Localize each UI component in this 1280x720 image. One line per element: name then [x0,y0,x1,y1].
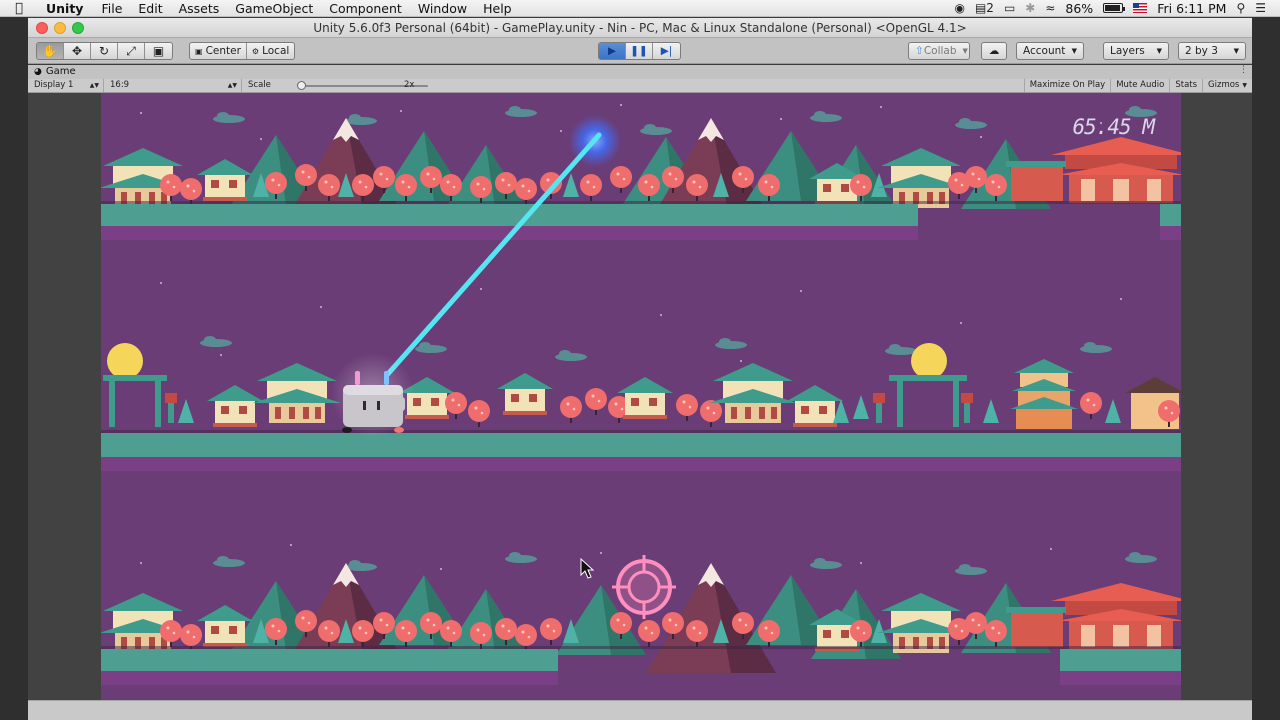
pivot-icon: ▣ [195,46,203,56]
account-label: Account [1023,45,1066,57]
game-scene [101,93,1181,685]
menu-window[interactable]: Window [410,0,475,17]
pause-icon: ❚❚ [630,45,648,57]
chevron-down-icon: ▼ [1156,47,1162,55]
play-button[interactable]: ▶ [599,43,626,59]
local-space-icon: ⚙ [251,46,260,56]
close-window-button[interactable] [36,22,48,34]
bluetooth-icon[interactable]: ✱ [1025,1,1035,15]
account-dropdown[interactable]: Account ▼ [1016,42,1084,60]
battery-percent: 86% [1065,0,1094,16]
apple-menu-icon[interactable]:  [0,1,38,16]
pause-button[interactable]: ❚❚ [626,43,653,59]
pivot-controls: ▣ Center ⚙ Local [189,42,296,60]
cloud-services-button[interactable]: ☁ [981,42,1007,60]
scale-slider-thumb[interactable] [297,81,306,90]
transform-tools: ✋ ✥ ↻ ⤢ ▣ [36,42,173,60]
scale-tool-icon[interactable]: ⤢ [118,43,145,59]
step-button[interactable]: ▶| [653,43,680,59]
menu-edit[interactable]: Edit [130,0,170,17]
game-view: 65.45 M [28,93,1252,700]
game-canvas[interactable]: 65.45 M [101,93,1181,700]
mac-menubar:  Unity File Edit Assets GameObject Comp… [0,0,1280,17]
zoom-window-button[interactable] [72,22,84,34]
chevron-down-icon: ▲▼ [89,82,99,89]
scale-label: Scale [248,80,271,90]
editor-status-bar [28,700,1252,720]
scale-value: 2x [404,80,415,90]
menubar-clock[interactable]: Fri 6:11 PM [1157,1,1226,16]
collab-label: Collab [923,45,957,57]
menu-component[interactable]: Component [321,0,410,17]
layout-dropdown[interactable]: 2 by 3 ▼ [1178,42,1246,60]
game-tab-header: ◕ Game ⋮ [28,65,1252,79]
record-icon[interactable]: ◉ [954,1,964,15]
game-tab-icon: ◕ [34,66,42,77]
menu-file[interactable]: File [93,0,130,17]
lane-top [101,93,1181,240]
game-view-toggles: Maximize On Play Mute Audio Stats Gizmos… [1023,79,1252,92]
spotlight-search-icon[interactable]: ⚲ [1236,1,1245,15]
wifi-icon[interactable]: ≈ [1045,1,1055,15]
notification-icon[interactable]: ▤2 [975,1,994,15]
tab-game-label: Game [45,66,76,77]
chevron-down-icon: ▼ [962,47,968,55]
display-label: Display 1 [34,80,74,90]
tab-game[interactable]: ◕ Game [34,66,76,77]
pivot-local-label: Local [262,45,290,57]
mute-audio-toggle[interactable]: Mute Audio [1110,79,1169,92]
player-robot [331,353,415,437]
window-title: Unity 5.6.0f3 Personal (64bit) - GamePla… [313,21,967,35]
desktop-right-edge [1252,17,1280,720]
gizmos-dropdown[interactable]: Gizmos ▼ [1202,79,1252,92]
maximize-on-play-toggle[interactable]: Maximize On Play [1023,79,1110,92]
play-icon: ▶ [607,45,617,57]
play-controls: ▶ ❚❚ ▶| [598,42,681,60]
window-titlebar: Unity 5.6.0f3 Personal (64bit) - GamePla… [28,18,1252,38]
aspect-dropdown[interactable]: 16:9 ▲▼ [104,79,242,92]
pivot-local-button[interactable]: ⚙ Local [247,43,294,59]
layers-label: Layers [1110,45,1145,57]
collab-cloud-icon: ⇧ [915,45,924,57]
mouse-cursor-icon [580,557,595,579]
step-icon: ▶| [660,45,673,57]
rect-tool-icon[interactable]: ▣ [145,43,172,59]
menubar-status-area: ◉ ▤2 ▭ ✱ ≈ 86% Fri 6:11 PM ⚲ ☰ [954,1,1280,16]
menu-assets[interactable]: Assets [171,0,228,17]
input-source-flag-icon[interactable] [1133,3,1148,13]
minimize-window-button[interactable] [54,22,66,34]
menu-help[interactable]: Help [475,0,520,17]
chevron-down-icon: ▼ [1242,82,1247,89]
hand-tool-icon[interactable]: ✋ [37,43,64,59]
pivot-center-button[interactable]: ▣ Center [190,43,247,59]
desktop-left-edge [0,17,28,720]
stats-toggle[interactable]: Stats [1169,79,1202,92]
cloud-icon: ☁ [988,45,1000,57]
layers-dropdown[interactable]: Layers ▼ [1103,42,1169,60]
collab-dropdown[interactable]: ⇧ Collab ▼ [908,42,970,60]
notification-count: 2 [986,1,994,15]
tab-options-icon[interactable]: ⋮ [1239,65,1248,75]
display-dropdown[interactable]: Display 1 ▲▼ [28,79,104,92]
chevron-down-icon: ▼ [1233,47,1239,55]
move-tool-icon[interactable]: ✥ [64,43,91,59]
gizmos-label: Gizmos [1208,80,1240,90]
notification-center-icon[interactable]: ☰ [1255,1,1266,15]
battery-icon[interactable] [1103,3,1126,13]
menu-gameobject[interactable]: GameObject [227,0,321,17]
rotate-tool-icon[interactable]: ↻ [91,43,118,59]
chevron-down-icon: ▼ [1071,47,1077,55]
airplay-icon[interactable]: ▭ [1004,1,1015,15]
game-view-controls: Display 1 ▲▼ 16:9 ▲▼ Scale 2x Maximize On … [28,79,1252,93]
layout-label: 2 by 3 [1185,45,1218,57]
aspect-label: 16:9 [110,80,130,90]
lane-middle [101,282,1181,471]
unity-toolbar: ✋ ✥ ↻ ⤢ ▣ ▣ Center ⚙ Local ▶ ❚❚ ▶| ⇧ Collab… [28,38,1252,64]
aim-reticle-icon [612,555,676,619]
menu-app-unity[interactable]: Unity [38,0,93,17]
window-controls [36,22,84,34]
distance-counter: 65.45 M [1072,115,1155,139]
pivot-center-label: Center [205,45,241,57]
chevron-down-icon: ▲▼ [227,82,237,89]
